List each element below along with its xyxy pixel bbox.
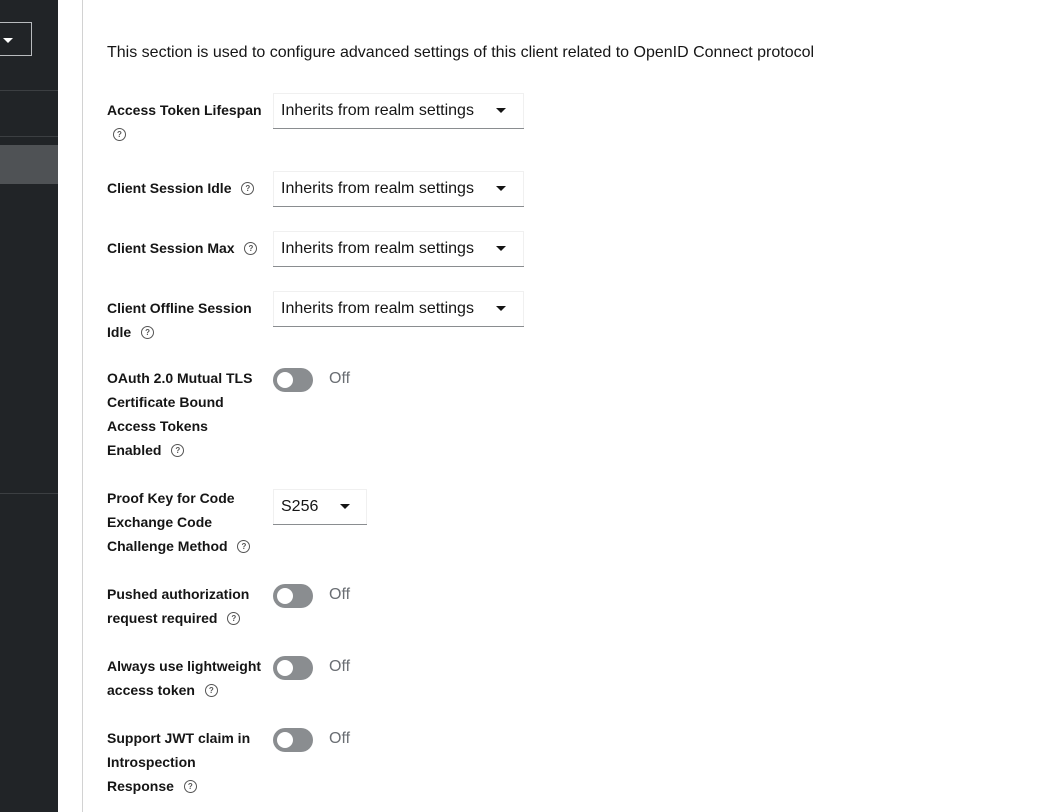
help-icon[interactable]: ? bbox=[141, 325, 155, 339]
select-value: S256 bbox=[281, 498, 319, 515]
field-label: Access Token Lifespan bbox=[107, 102, 262, 118]
help-icon[interactable]: ? bbox=[113, 127, 126, 141]
sidebar-item-active[interactable] bbox=[0, 145, 58, 184]
toggle-knob bbox=[277, 372, 293, 388]
client-session-idle-select[interactable]: Inherits from realm settings bbox=[273, 171, 524, 207]
help-icon[interactable]: ? bbox=[204, 683, 218, 697]
help-icon[interactable]: ? bbox=[244, 241, 258, 255]
toggle-knob bbox=[277, 732, 293, 748]
caret-down-icon bbox=[496, 246, 506, 251]
sidebar bbox=[0, 0, 58, 812]
caret-down-icon bbox=[496, 306, 506, 311]
sidebar-divider bbox=[0, 90, 58, 91]
content-border bbox=[82, 0, 83, 812]
field-label: Always use lightweight access token bbox=[107, 658, 262, 698]
jwt-introspection-toggle[interactable] bbox=[273, 728, 313, 752]
field-label: Proof Key for Code Exchange Code Challen… bbox=[107, 490, 235, 554]
select-value: Inherits from realm settings bbox=[281, 180, 474, 197]
select-value: Inherits from realm settings bbox=[281, 102, 474, 119]
help-icon[interactable]: ? bbox=[227, 611, 241, 625]
help-icon[interactable]: ? bbox=[171, 443, 185, 457]
toggle-state: Off bbox=[329, 586, 351, 603]
select-value: Inherits from realm settings bbox=[281, 240, 474, 257]
par-required-toggle[interactable] bbox=[273, 584, 313, 608]
sidebar-divider bbox=[0, 493, 58, 494]
section-description: This section is used to configure advanc… bbox=[107, 44, 815, 61]
toggle-state: Off bbox=[329, 658, 351, 675]
oauth-mtls-toggle[interactable] bbox=[273, 368, 313, 392]
lightweight-token-toggle[interactable] bbox=[273, 656, 313, 680]
toggle-knob bbox=[277, 660, 293, 676]
help-icon[interactable]: ? bbox=[241, 181, 255, 195]
toggle-state: Off bbox=[329, 370, 351, 387]
caret-down-icon bbox=[340, 504, 350, 509]
access-token-lifespan-select[interactable]: Inherits from realm settings bbox=[273, 93, 524, 129]
help-icon[interactable]: ? bbox=[237, 539, 251, 553]
sidebar-divider bbox=[0, 136, 58, 137]
field-label: Support JWT claim in Introspection Respo… bbox=[107, 730, 251, 794]
help-icon[interactable]: ? bbox=[183, 779, 197, 793]
toggle-state: Off bbox=[329, 730, 351, 747]
realm-selector[interactable] bbox=[0, 22, 32, 56]
caret-down-icon bbox=[496, 108, 506, 113]
toggle-knob bbox=[277, 588, 293, 604]
caret-down-icon bbox=[496, 186, 506, 191]
field-label: Client Session Idle bbox=[107, 180, 232, 196]
chevron-down-icon bbox=[3, 38, 13, 43]
client-session-max-select[interactable]: Inherits from realm settings bbox=[273, 231, 524, 267]
field-label: Client Session Max bbox=[107, 240, 235, 256]
client-offline-session-idle-select[interactable]: Inherits from realm settings bbox=[273, 291, 524, 327]
pkce-method-select[interactable]: S256 bbox=[273, 489, 367, 525]
select-value: Inherits from realm settings bbox=[281, 300, 474, 317]
field-label: Client Offline Session Idle bbox=[107, 300, 252, 340]
